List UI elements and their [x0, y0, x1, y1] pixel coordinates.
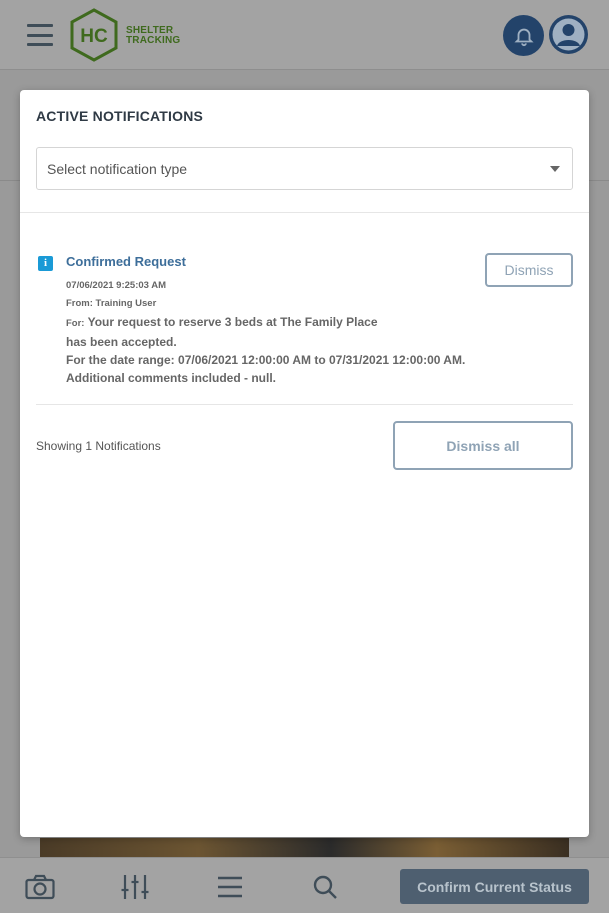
notification-datetime: 07/06/2021 9:25:03 AM — [66, 280, 166, 291]
notification-count: Showing 1 Notifications — [36, 439, 161, 453]
hc-logo: HC — [68, 8, 120, 62]
message-line4: Additional comments included - null. — [66, 371, 277, 385]
hamburger-icon[interactable] — [27, 24, 53, 46]
bottom-toolbar: Confirm Current Status — [0, 857, 609, 913]
modal-title: ACTIVE NOTIFICATIONS — [36, 108, 204, 124]
app-header: HC SHELTER TRACKING — [0, 0, 609, 70]
notification-item: i Confirmed Request 07/06/2021 9:25:03 A… — [36, 252, 573, 402]
sliders-icon[interactable] — [120, 874, 150, 900]
logo-text-line2: TRACKING — [126, 35, 181, 46]
logo-text: SHELTER TRACKING — [126, 26, 180, 46]
for-label: For: — [66, 318, 85, 329]
message-line3: For the date range: 07/06/2021 12:00:00 … — [66, 353, 466, 367]
user-avatar-icon[interactable] — [549, 15, 588, 54]
bell-icon[interactable] — [503, 15, 544, 56]
divider — [36, 404, 573, 405]
confirm-current-status-button[interactable]: Confirm Current Status — [400, 869, 589, 904]
divider — [20, 212, 589, 213]
search-icon[interactable] — [312, 874, 342, 900]
logo-mark: HC — [80, 26, 108, 47]
notification-type-select[interactable]: Select notification type — [36, 147, 573, 190]
dismiss-all-button[interactable]: Dismiss all — [393, 421, 573, 470]
menu-icon[interactable] — [216, 874, 246, 900]
background-photo — [40, 838, 569, 858]
notification-from: From: Training User — [66, 298, 157, 309]
notifications-modal: ACTIVE NOTIFICATIONS Select notification… — [20, 90, 589, 837]
message-line1: Your request to reserve 3 beds at The Fa… — [87, 315, 378, 329]
message-line2: has been accepted. — [66, 335, 177, 349]
info-icon: i — [38, 256, 53, 271]
dismiss-button[interactable]: Dismiss — [485, 253, 573, 287]
select-placeholder: Select notification type — [47, 161, 188, 177]
chevron-down-icon — [550, 166, 560, 172]
camera-icon[interactable] — [25, 874, 55, 900]
notification-message: For: Your request to reserve 3 beds at T… — [66, 313, 506, 387]
notification-title[interactable]: Confirmed Request — [66, 254, 186, 269]
